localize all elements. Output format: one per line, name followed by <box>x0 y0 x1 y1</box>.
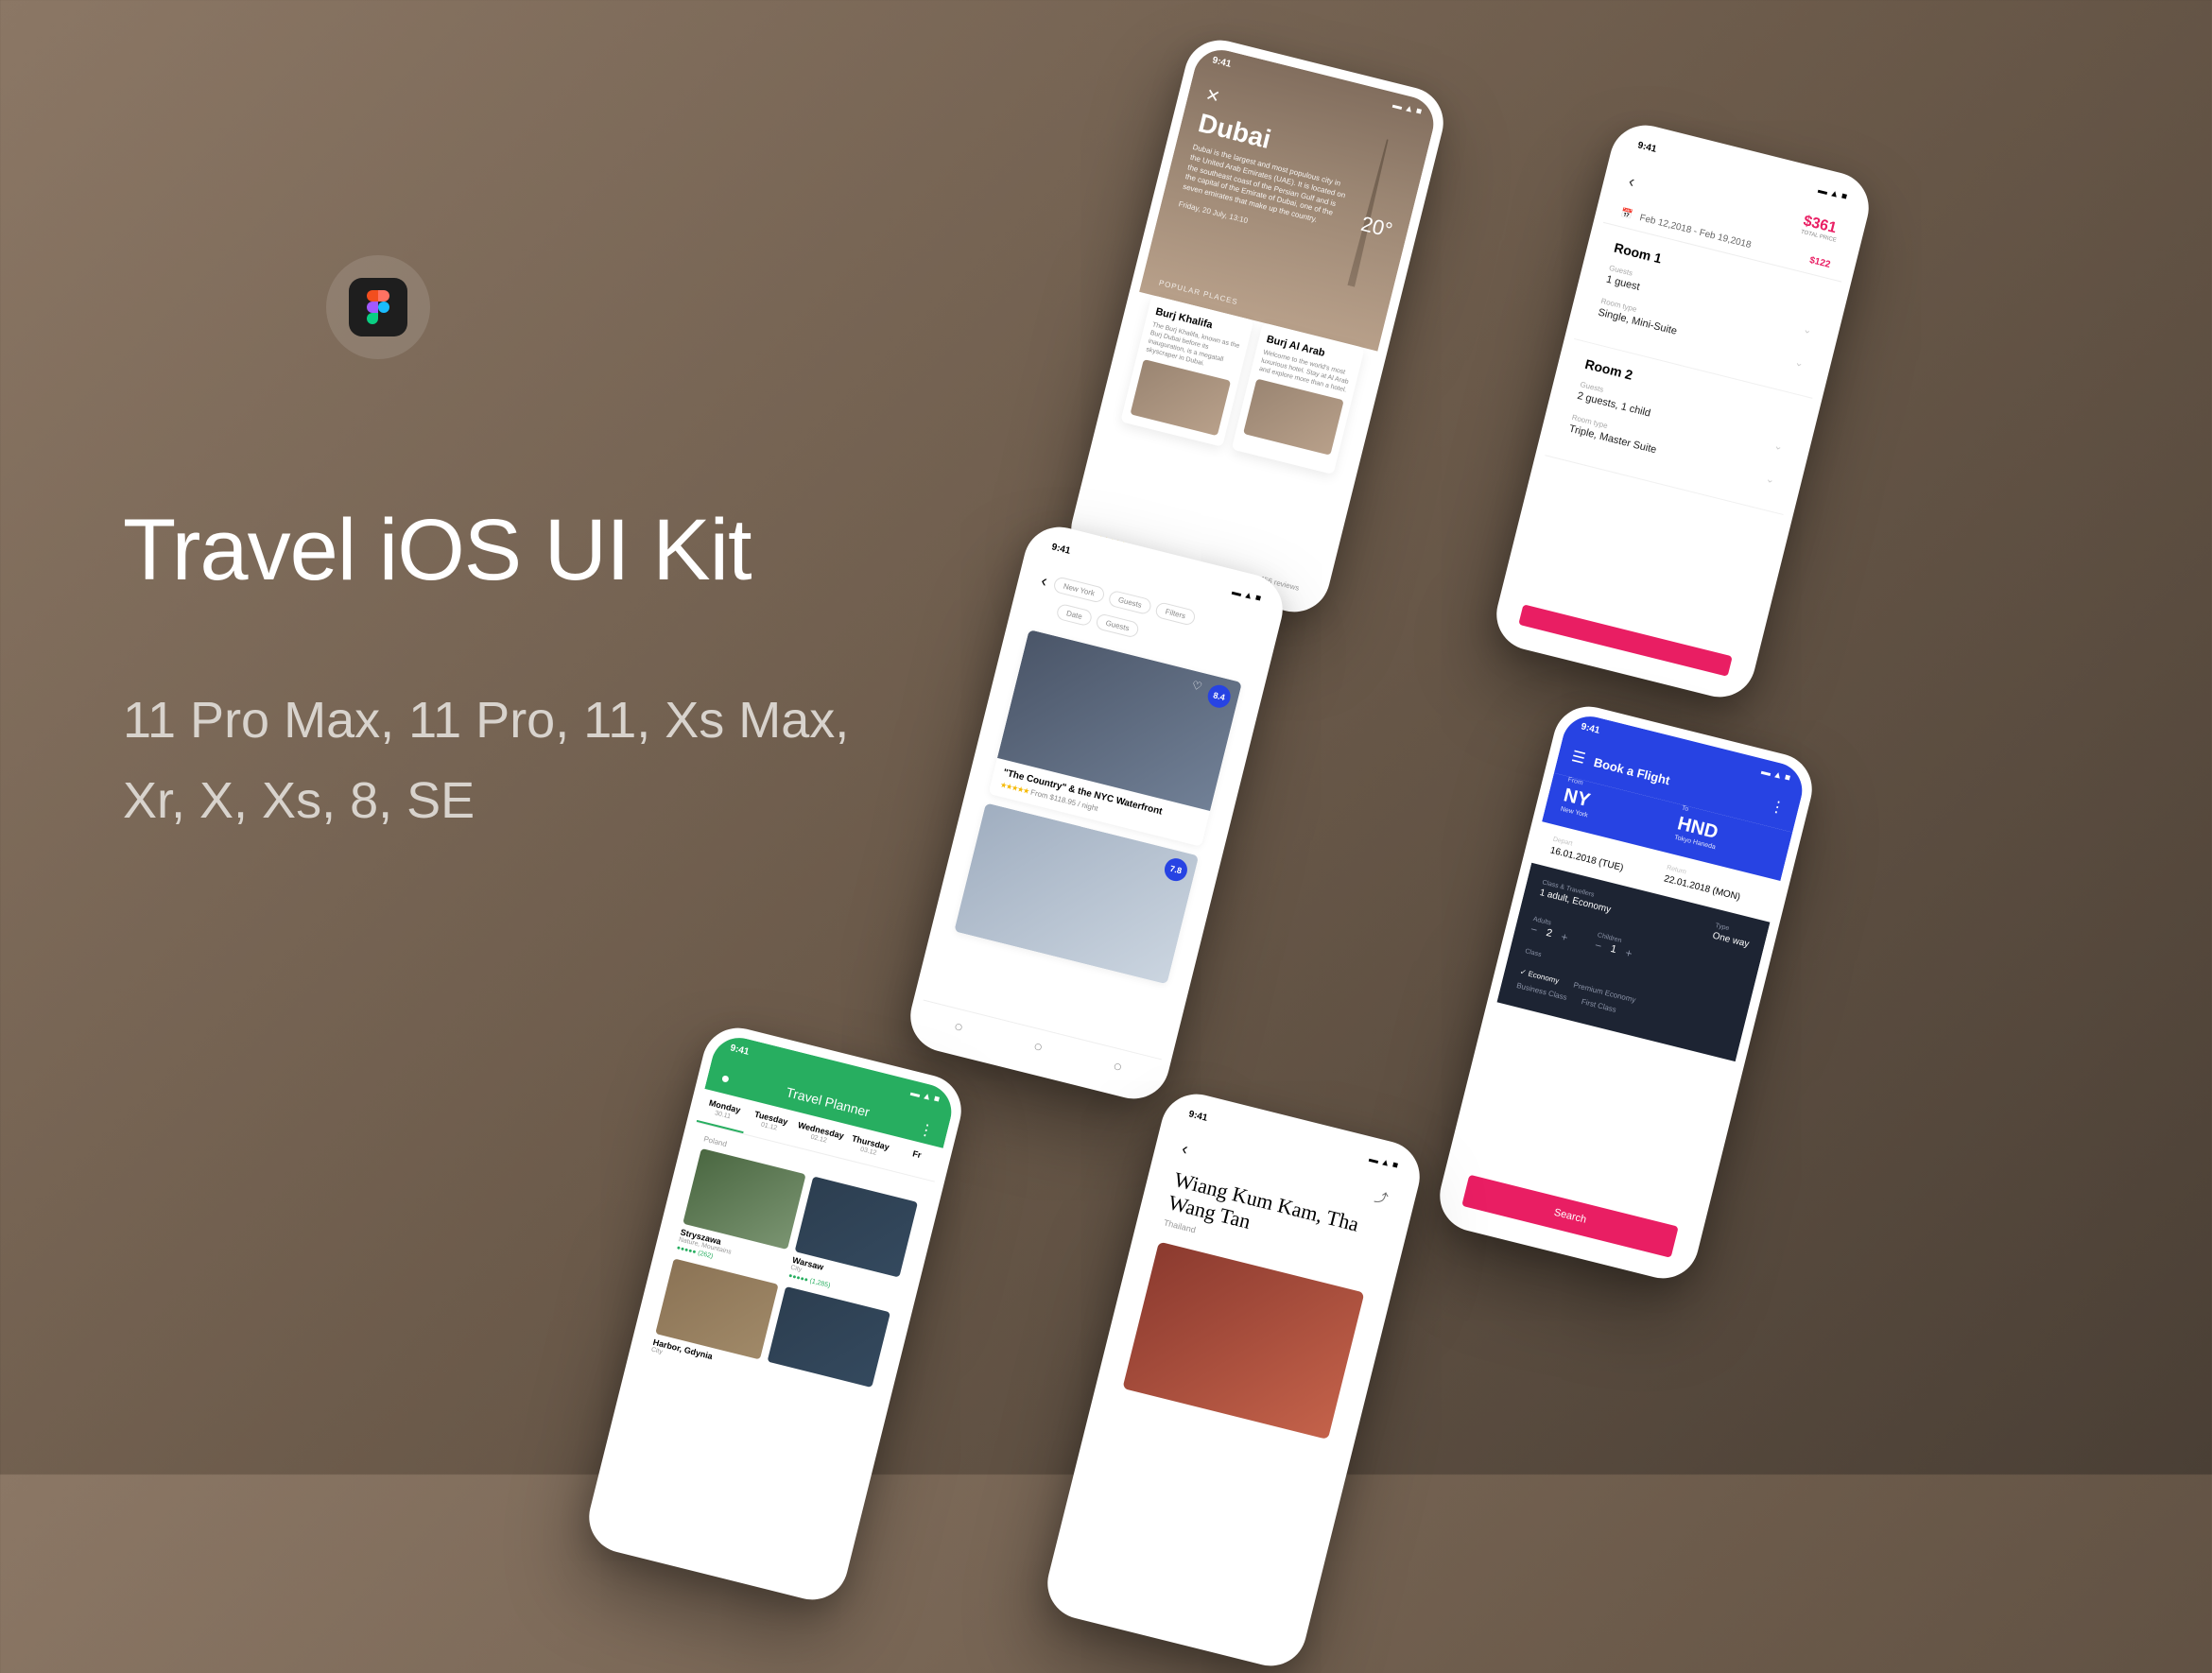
chevron-down-icon: ⌄ <box>1793 355 1805 370</box>
rating-badge: 7.8 <box>1162 856 1189 884</box>
back-icon[interactable]: ‹ <box>1039 571 1049 592</box>
back-icon[interactable]: ‹ <box>1180 1139 1190 1160</box>
back-icon[interactable]: ‹ <box>1627 171 1637 192</box>
heart-icon[interactable]: ♡ <box>1190 679 1203 694</box>
phone-dubai: 9:41▬ ▲ ■ ✕ Dubai Dubai is the largest a… <box>1063 33 1451 620</box>
total-price: $361TOTAL PRICE <box>1800 213 1840 244</box>
class-option[interactable]: First Class <box>1581 997 1617 1014</box>
calendar-icon: 📅 <box>1619 208 1633 221</box>
plus-button[interactable]: + <box>1624 946 1633 960</box>
place-card-burj-al-arab[interactable]: Burj Al Arab Welcome to the world's most… <box>1232 322 1365 474</box>
plus-button[interactable]: + <box>1560 930 1569 944</box>
night-price: $122 <box>1808 255 1831 270</box>
avatar[interactable]: ● <box>718 1070 732 1089</box>
share-icon[interactable]: ⤴ <box>1373 1187 1391 1210</box>
tab-home-icon[interactable]: ○ <box>952 1019 965 1038</box>
phone-planner: 9:41▬ ▲ ■ ● Travel Planner ⋮ Monday30.11… <box>581 1021 969 1608</box>
book-button[interactable] <box>1518 604 1733 677</box>
destination-card[interactable]: StryszawaNature, Mountains ●●●●● (262) <box>676 1148 806 1277</box>
destination-card[interactable]: Harbor, GdyniaCity <box>650 1258 779 1379</box>
filter-pill[interactable]: Filters <box>1154 601 1197 627</box>
chevron-down-icon: ⌄ <box>1765 473 1776 487</box>
settings-icon[interactable]: ⋮ <box>917 1119 936 1141</box>
destination-card[interactable]: WarsawCity ●●●●● (1,285) <box>787 1176 918 1304</box>
product-title: Travel iOS UI Kit <box>123 501 752 600</box>
destination-card[interactable] <box>762 1286 890 1407</box>
phone-wiang: 9:41▬ ▲ ■ ‹ ⤴ Wiang Kum Kam, Tha Wang Ta… <box>1040 1087 1427 1673</box>
device-list: 11 Pro Max, 11 Pro, 11, Xs Max, Xr, X, X… <box>123 681 849 842</box>
phone-flight: 9:41▬ ▲ ■ ☰ Book a Flight ⋮ From NY New … <box>1432 699 1820 1286</box>
destination-image <box>768 1286 890 1388</box>
chevron-down-icon: ⌄ <box>1772 440 1784 454</box>
filter-pill[interactable]: New York <box>1052 576 1105 604</box>
rating-badge: 8.4 <box>1205 682 1233 710</box>
more-icon[interactable]: ⋮ <box>1768 796 1787 818</box>
place-card-burj-khalifa[interactable]: Burj Khalifa The Burj Khalifa, known as … <box>1120 295 1253 447</box>
phone-hotels: 9:41▬ ▲ ■ ‹ New York Guests Filters Date… <box>903 520 1290 1107</box>
tab-bell-icon[interactable]: ○ <box>1031 1038 1045 1057</box>
phone-booking: 9:41▬ ▲ ■ ‹ $361TOTAL PRICE 📅 Feb 12,201… <box>1489 118 1876 705</box>
menu-icon[interactable]: ☰ <box>1569 747 1587 768</box>
filter-pill[interactable]: Guests <box>1107 590 1152 615</box>
filter-pill[interactable]: Guests <box>1095 612 1140 638</box>
chevron-down-icon: ⌄ <box>1802 322 1813 336</box>
minus-button[interactable]: − <box>1594 939 1603 953</box>
filter-pill[interactable]: Date <box>1055 603 1093 627</box>
figma-badge <box>326 255 430 359</box>
minus-button[interactable]: − <box>1529 923 1539 937</box>
figma-icon <box>349 278 407 336</box>
search-button[interactable]: Search <box>1461 1175 1678 1258</box>
tab-profile-icon[interactable]: ○ <box>1111 1058 1124 1077</box>
